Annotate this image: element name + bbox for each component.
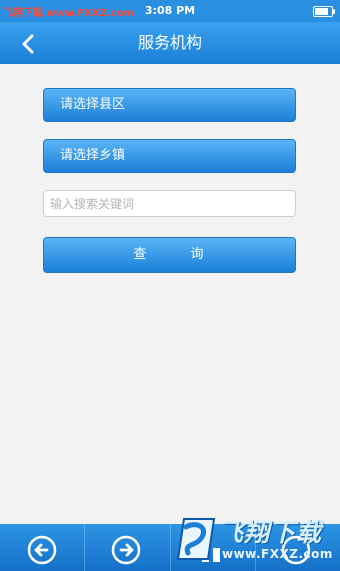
watermark-url: www.FXXZ.com: [222, 547, 333, 561]
query-button[interactable]: 查 询: [43, 237, 296, 273]
town-select-button[interactable]: 请选择乡镇: [43, 139, 296, 173]
status-time: 3:08 PM: [144, 4, 196, 17]
watermark-brand: 飞翔下载: [218, 518, 323, 547]
toolbar-divider: [170, 524, 171, 571]
search-input[interactable]: [43, 190, 296, 217]
battery-icon: [313, 6, 335, 17]
status-bar: 飞翔下载 www.FXXZ.com 3:08 PM: [0, 0, 340, 22]
arrow-left-circle-icon: [27, 535, 57, 565]
arrow-right-circle-icon: [111, 535, 141, 565]
toolbar-divider: [84, 524, 85, 571]
back-button[interactable]: [14, 30, 42, 58]
chevron-left-icon: [22, 34, 34, 54]
nav-bar: 服务机构: [0, 22, 340, 64]
county-select-button[interactable]: 请选择县区: [43, 88, 296, 122]
county-select-label: 请选择县区: [60, 97, 126, 112]
watermark-logo-icon: [176, 518, 216, 560]
forward-nav-button[interactable]: [111, 535, 141, 565]
town-select-label: 请选择乡镇: [60, 148, 126, 163]
back-nav-button[interactable]: [27, 535, 57, 565]
page-title: 服务机构: [137, 33, 202, 52]
watermark: 飞翔下载 www.FXXZ.com: [172, 507, 340, 571]
query-button-label: 查 询: [133, 247, 206, 262]
